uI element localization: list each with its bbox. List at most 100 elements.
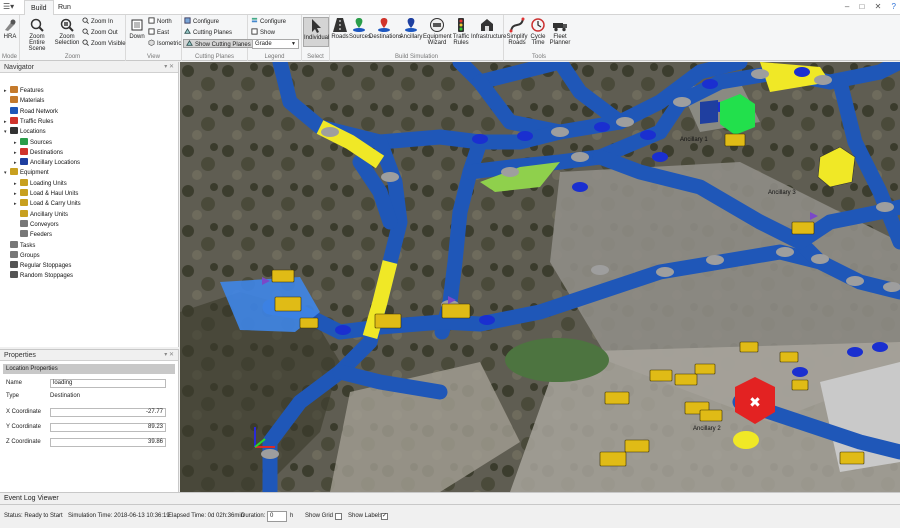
- roads-label: Roads: [331, 34, 349, 40]
- traffic-rules-button[interactable]: Traffic Rules: [451, 17, 471, 46]
- nav-item-traffic-rules[interactable]: ▸ Traffic Rules: [4, 116, 53, 127]
- nav-item-destinations[interactable]: ▸ Destinations: [14, 147, 63, 158]
- navigator-title: Navigator: [4, 64, 34, 71]
- legend-show-icon: [251, 28, 258, 35]
- destinations-button[interactable]: Destinations: [369, 17, 403, 40]
- ancillary-3-label: Ancillary 3: [768, 190, 796, 196]
- hra-label: HRA: [3, 34, 17, 40]
- maximize-button[interactable]: □: [860, 2, 865, 11]
- show-labels-checkbox[interactable]: ✓: [381, 513, 388, 520]
- ancillary-button[interactable]: Ancillary: [399, 17, 423, 40]
- nav-item-feeders[interactable]: Feeders: [14, 230, 52, 240]
- scene-canvas[interactable]: ✖ Ancillary 1 Ancillary 3 Ancillary 2: [180, 62, 900, 492]
- simplify-roads-label: Simplify Roads: [506, 34, 528, 46]
- cutting-planes-icon: [184, 28, 191, 34]
- tab-bar: ☰▾ Build Run – □ ✕ ?: [0, 0, 900, 15]
- zoom-out-button[interactable]: Zoom Out: [82, 28, 118, 37]
- ancillary-2-label: Ancillary 2: [693, 426, 721, 432]
- tree-node-icon: [20, 189, 28, 196]
- nav-item-groups[interactable]: Groups: [4, 250, 40, 261]
- zoom-in-icon: [82, 17, 89, 24]
- view-down-label: Down: [129, 34, 145, 40]
- cycle-time-label: Cycle Time: [530, 34, 546, 46]
- legend-grade-select[interactable]: Grade ▼: [252, 39, 299, 49]
- nav-item-ancillary-units[interactable]: Ancillary Units: [14, 209, 68, 220]
- sources-label: Sources: [349, 34, 372, 40]
- nav-item-load-carry-units[interactable]: ▸ Load & Carry Units: [14, 199, 81, 209]
- cutting-planes-button[interactable]: Cutting Planes: [184, 28, 232, 37]
- nav-item-sources[interactable]: ▸ Sources: [14, 137, 52, 148]
- show-grid-checkbox[interactable]: [335, 513, 342, 520]
- view-east-label: East: [157, 30, 170, 36]
- destination-pin-icon: [378, 18, 390, 32]
- tree-node-icon: [20, 178, 28, 186]
- tab-build[interactable]: Build: [24, 0, 54, 15]
- view-east-button[interactable]: East: [148, 28, 169, 37]
- nav-item-label: Equipment: [20, 170, 49, 177]
- nav-item-locations[interactable]: ▾ Locations: [4, 127, 46, 137]
- properties-header: Properties ▾ ✕: [0, 350, 178, 361]
- scene-viewport[interactable]: ✖ Ancillary 1 Ancillary 3 Ancillary 2: [180, 62, 900, 492]
- zoom-out-label: Zoom Out: [91, 30, 118, 36]
- location-properties-section[interactable]: Location Properties: [3, 364, 175, 374]
- tab-run[interactable]: Run: [52, 0, 77, 15]
- y-coordinate-field[interactable]: 89.23: [50, 423, 166, 432]
- duration-input[interactable]: 0: [267, 511, 287, 522]
- legend-configure-button[interactable]: Configure: [251, 17, 286, 26]
- simplify-roads-button[interactable]: Simplify Roads: [506, 17, 528, 46]
- nav-item-load-haul-units[interactable]: ▸ Load & Haul Units: [14, 189, 78, 199]
- nav-item-road-network[interactable]: Road Network: [4, 106, 59, 117]
- nav-item-tasks[interactable]: Tasks: [4, 240, 35, 251]
- show-cutting-planes-toggle[interactable]: Show Cutting Planes: [183, 39, 254, 48]
- sources-button[interactable]: Sources: [349, 17, 372, 40]
- name-field[interactable]: loading: [50, 379, 166, 388]
- properties-title: Properties: [4, 352, 36, 359]
- ancillary-pin-icon: [405, 18, 417, 32]
- roads-button[interactable]: Roads: [331, 17, 349, 40]
- view-north-button[interactable]: North: [148, 17, 172, 26]
- nav-item-ancillary-locations[interactable]: ▸ Ancillary Locations: [14, 158, 80, 168]
- zoom-visible-label: Zoom Visible: [91, 41, 126, 47]
- nav-item-conveyors[interactable]: Conveyors: [14, 219, 59, 230]
- pin-icon[interactable]: ▾ ✕: [164, 350, 174, 361]
- group-view: Down North East Isometric View: [126, 15, 182, 61]
- zoom-in-label: Zoom In: [91, 19, 114, 25]
- nav-item-random-stoppages[interactable]: Random Stoppages: [4, 271, 73, 281]
- hra-button[interactable]: HRA: [2, 17, 18, 40]
- select-individual-button[interactable]: Individual: [303, 17, 329, 47]
- app-menu-button[interactable]: ☰▾: [3, 2, 21, 13]
- group-label-view: View: [147, 54, 160, 60]
- fleet-planner-button[interactable]: Fleet Planner: [548, 17, 572, 46]
- zoom-in-button[interactable]: Zoom In: [82, 17, 113, 26]
- fleet-planner-label: Fleet Planner: [549, 34, 571, 46]
- zoom-entire-scene-button[interactable]: Zoom Entire Scene: [22, 17, 52, 52]
- legend-show-label: Show: [260, 30, 276, 36]
- cube-isometric-icon: [148, 39, 155, 46]
- nav-item-materials[interactable]: Materials: [4, 96, 44, 106]
- nav-item-loading-units[interactable]: ▸ Loading Units: [14, 178, 67, 189]
- minimize-button[interactable]: –: [845, 2, 849, 11]
- cycle-time-button[interactable]: Cycle Time: [529, 17, 547, 46]
- zoom-visible-button[interactable]: Zoom Visible: [82, 39, 126, 48]
- z-coordinate-field[interactable]: 39.86: [50, 438, 166, 447]
- group-label-zoom: Zoom: [64, 54, 81, 60]
- event-log-viewer-bar[interactable]: Event Log Viewer: [0, 492, 900, 505]
- x-coordinate-field[interactable]: -27.77: [50, 408, 166, 417]
- nav-item-label: Road Network: [20, 108, 59, 115]
- zoom-selection-button[interactable]: Zoom Selection: [54, 17, 80, 46]
- cutting-configure-button[interactable]: Configure: [184, 17, 219, 26]
- equipment-wizard-button[interactable]: Equipment Wizard: [423, 17, 452, 46]
- view-isometric-button[interactable]: Isometric: [148, 39, 181, 48]
- close-button[interactable]: ✕: [875, 2, 882, 11]
- nav-item-regular-stoppages[interactable]: Regular Stoppages: [4, 261, 71, 271]
- location-properties-label: Location Properties: [6, 366, 58, 372]
- legend-show-button[interactable]: Show: [251, 28, 275, 37]
- infrastructure-button[interactable]: Infrastructure: [471, 17, 506, 40]
- destinations-label: Destinations: [369, 34, 403, 40]
- nav-item-features[interactable]: ▸ Features: [4, 86, 44, 96]
- nav-item-equipment[interactable]: ▾ Equipment: [4, 168, 49, 178]
- help-button[interactable]: ?: [892, 2, 896, 11]
- view-down-button[interactable]: Down: [128, 17, 146, 40]
- pin-icon[interactable]: ▾ ✕: [164, 62, 174, 73]
- chevron-down-icon: ▼: [291, 41, 296, 47]
